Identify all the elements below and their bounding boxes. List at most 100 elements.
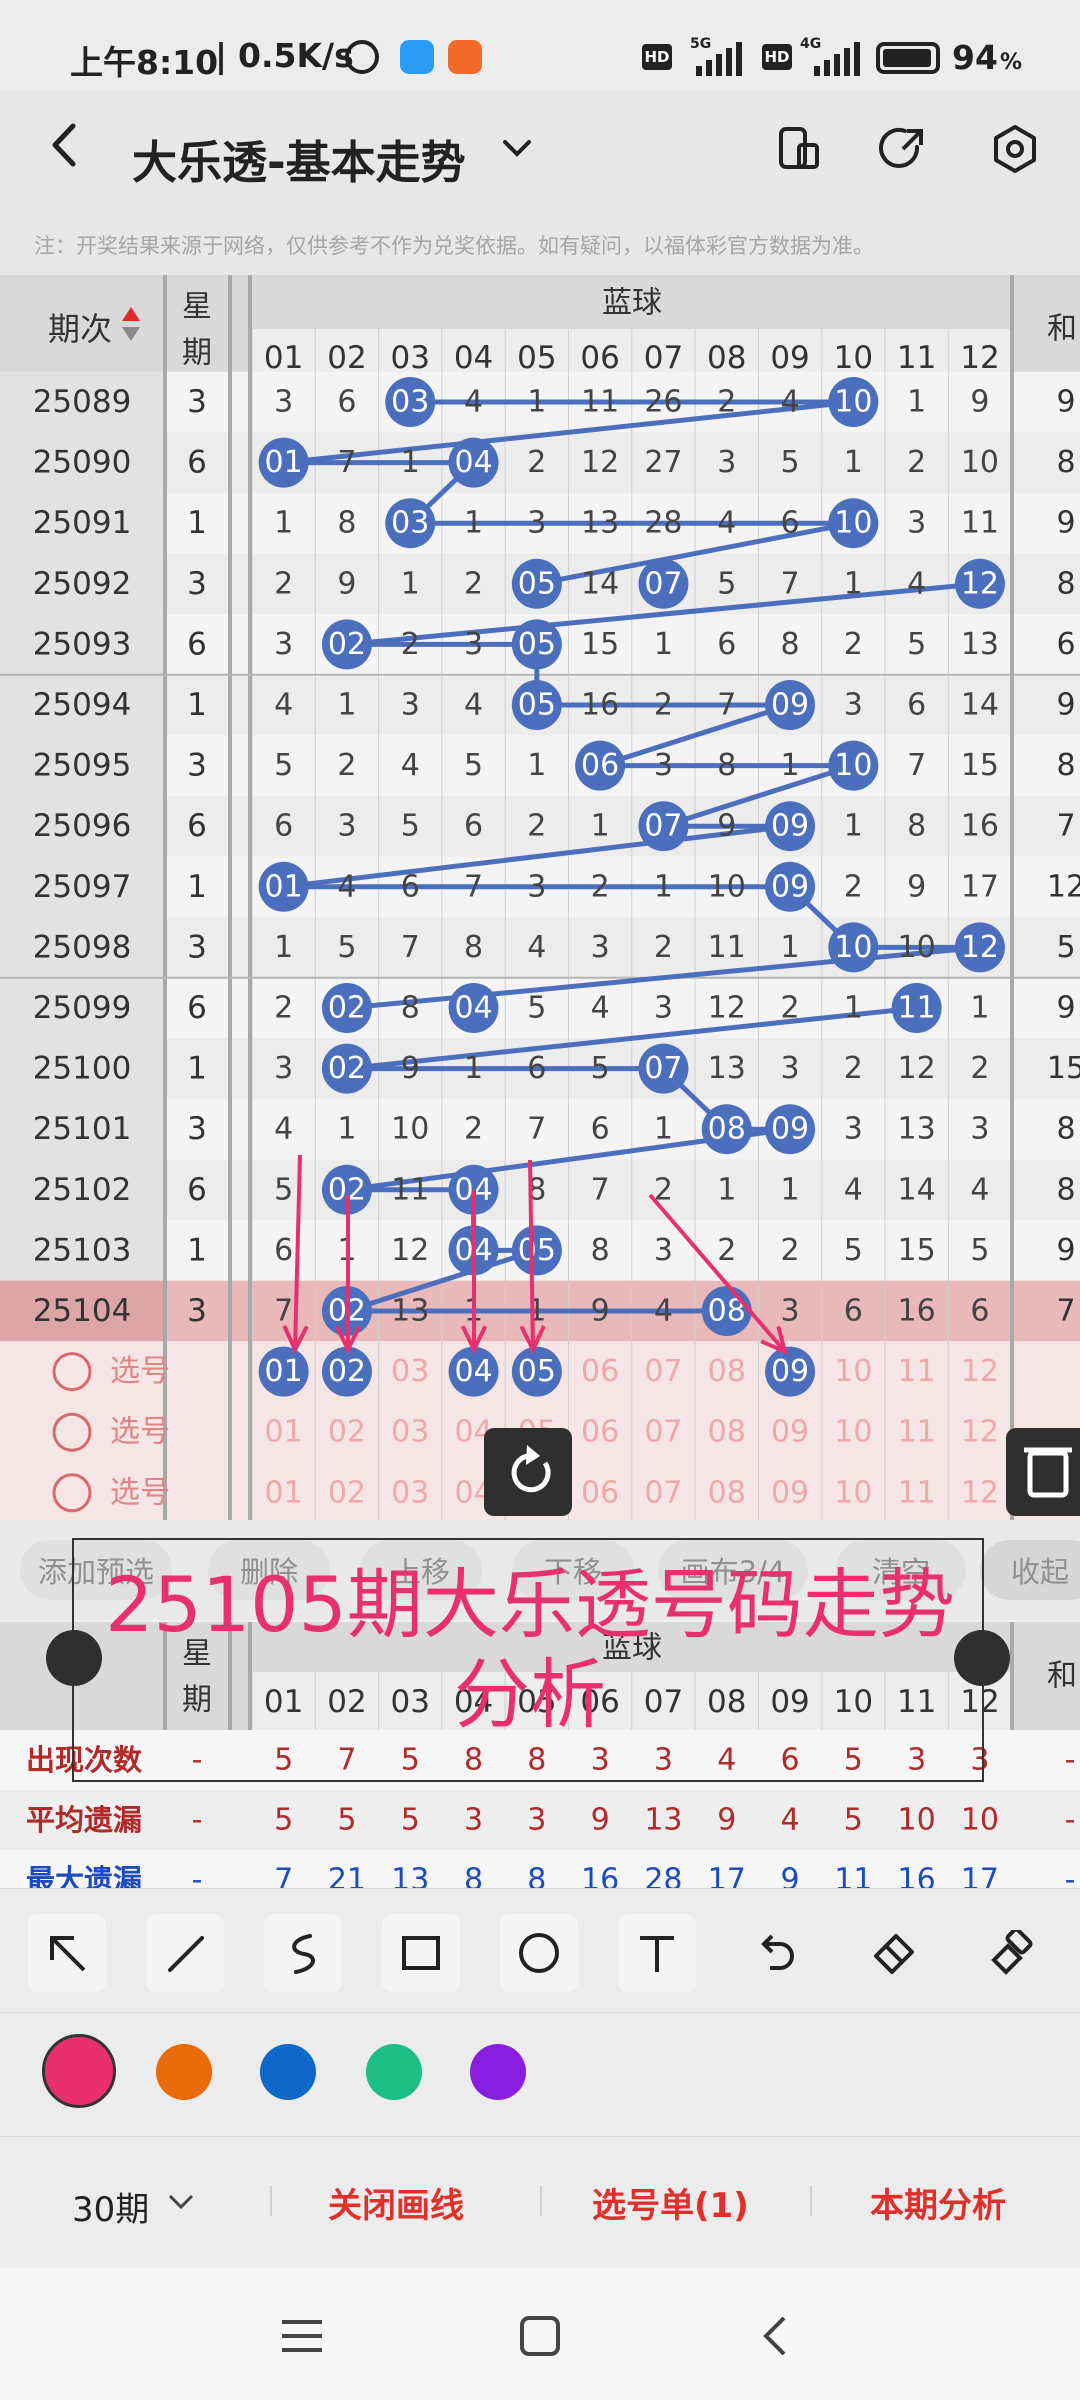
layout-button[interactable] bbox=[764, 114, 834, 184]
miss-count: 17 bbox=[961, 869, 999, 904]
settings-button[interactable] bbox=[980, 114, 1050, 184]
select-number[interactable]: 01 bbox=[265, 1415, 303, 1450]
miss-count: 12 bbox=[391, 1233, 429, 1268]
miss-count: 2 bbox=[781, 1233, 800, 1268]
select-number[interactable]: 08 bbox=[708, 1475, 746, 1510]
miss-count: 7 bbox=[591, 1172, 610, 1207]
select-number[interactable]: 06 bbox=[581, 1354, 619, 1389]
menu-icon[interactable] bbox=[280, 2316, 324, 2356]
home-icon[interactable] bbox=[518, 2314, 562, 2358]
miss-count: 16 bbox=[898, 1294, 936, 1329]
ball-number: 10 bbox=[834, 506, 872, 541]
color-swatch-pink[interactable] bbox=[42, 2034, 116, 2108]
select-number[interactable]: 01 bbox=[265, 1475, 303, 1510]
color-swatch-blue[interactable] bbox=[260, 2044, 316, 2100]
select-number[interactable]: 12 bbox=[961, 1475, 999, 1510]
select-number[interactable]: 07 bbox=[644, 1415, 682, 1450]
miss-count: 1 bbox=[654, 1112, 673, 1147]
miss-count: 15 bbox=[898, 1233, 936, 1268]
sum-header: 和 bbox=[1047, 312, 1077, 347]
text-tool-button[interactable] bbox=[618, 1914, 696, 1992]
select-number[interactable]: 09 bbox=[771, 1415, 809, 1450]
select-label[interactable]: 选号 bbox=[110, 1415, 170, 1450]
miss-count: 2 bbox=[274, 991, 293, 1026]
select-label[interactable]: 选号 bbox=[110, 1354, 170, 1389]
select-number[interactable]: 11 bbox=[898, 1475, 936, 1510]
page-title[interactable]: 大乐透-基本走势 bbox=[132, 126, 466, 191]
select-number[interactable]: 10 bbox=[834, 1475, 872, 1510]
period-cell: 25096 bbox=[33, 808, 132, 844]
line-tool-button[interactable] bbox=[146, 1914, 224, 1992]
select-number[interactable]: 02 bbox=[328, 1475, 366, 1510]
sum-cell: 8 bbox=[1056, 1112, 1075, 1147]
refresh-button[interactable] bbox=[484, 1428, 572, 1516]
period-analysis-button[interactable]: 本期分析 bbox=[870, 2178, 1006, 2227]
select-number[interactable]: 03 bbox=[391, 1354, 429, 1389]
miss-count: 3 bbox=[274, 385, 293, 420]
color-swatch-orange[interactable] bbox=[156, 2044, 212, 2100]
select-number[interactable]: 07 bbox=[644, 1354, 682, 1389]
sum-cell: 6 bbox=[1056, 627, 1075, 662]
blue-column-header: 03 bbox=[391, 340, 430, 376]
miss-count: 13 bbox=[581, 506, 619, 541]
eraser-tool-button[interactable] bbox=[854, 1914, 932, 1992]
action-collapse-button[interactable]: 收起 bbox=[980, 1540, 1080, 1600]
color-swatch-green[interactable] bbox=[366, 2044, 422, 2100]
miss-count: 8 bbox=[781, 627, 800, 662]
week-cell: 1 bbox=[187, 869, 207, 905]
miss-count: 2 bbox=[654, 930, 673, 965]
miss-count: 6 bbox=[907, 688, 926, 723]
select-number[interactable]: 08 bbox=[708, 1415, 746, 1450]
signal-icon bbox=[696, 42, 742, 76]
text-tool-icon bbox=[640, 1936, 674, 1972]
select-number[interactable]: 10 bbox=[834, 1354, 872, 1389]
stats-value: 3 bbox=[464, 1803, 483, 1838]
share-button[interactable] bbox=[868, 114, 938, 184]
miss-count: 2 bbox=[337, 748, 356, 783]
circle-tool-button[interactable] bbox=[500, 1914, 578, 1992]
select-number[interactable]: 03 bbox=[391, 1415, 429, 1450]
miss-count: 16 bbox=[581, 688, 619, 723]
stats-value: 5 bbox=[844, 1803, 863, 1838]
alarm-icon bbox=[345, 40, 379, 74]
battery-unit: % bbox=[1000, 50, 1023, 75]
select-number[interactable]: 07 bbox=[644, 1475, 682, 1510]
select-number[interactable]: 06 bbox=[581, 1475, 619, 1510]
miss-count: 5 bbox=[844, 1233, 863, 1268]
title-dropdown[interactable] bbox=[482, 114, 552, 184]
select-number[interactable]: 09 bbox=[771, 1475, 809, 1510]
miss-count: 4 bbox=[527, 930, 546, 965]
select-number[interactable]: 08 bbox=[708, 1354, 746, 1389]
miss-count: 7 bbox=[781, 566, 800, 601]
select-number[interactable]: 11 bbox=[898, 1354, 936, 1389]
select-number[interactable]: 10 bbox=[834, 1415, 872, 1450]
sum-cell: 9 bbox=[1056, 991, 1075, 1026]
miss-count: 9 bbox=[717, 809, 736, 844]
curve-tool-button[interactable] bbox=[264, 1914, 342, 1992]
miss-count: 4 bbox=[464, 385, 483, 420]
selection-list-button[interactable]: 选号单(1) bbox=[592, 2178, 749, 2227]
clear-tool-button[interactable] bbox=[972, 1914, 1050, 1992]
color-swatch-purple[interactable] bbox=[470, 2044, 526, 2100]
miss-count: 15 bbox=[961, 748, 999, 783]
sum-cell: 12 bbox=[1047, 869, 1080, 904]
back-nav-icon[interactable] bbox=[760, 2314, 790, 2358]
select-number[interactable]: 11 bbox=[898, 1415, 936, 1450]
miss-count: 15 bbox=[581, 627, 619, 662]
period-column-header[interactable]: 期次 bbox=[48, 310, 112, 348]
undo-tool-button[interactable] bbox=[736, 1914, 814, 1992]
rect-tool-button[interactable] bbox=[382, 1914, 460, 1992]
select-number[interactable]: 06 bbox=[581, 1415, 619, 1450]
miss-count: 1 bbox=[527, 385, 546, 420]
arrow-tool-button[interactable] bbox=[28, 1914, 106, 1992]
select-number[interactable]: 03 bbox=[391, 1475, 429, 1510]
stats-value: 5 bbox=[274, 1803, 293, 1838]
close-line-button[interactable]: 关闭画线 bbox=[328, 2178, 464, 2227]
back-button[interactable] bbox=[30, 110, 100, 180]
select-label[interactable]: 选号 bbox=[110, 1475, 170, 1510]
select-number[interactable]: 02 bbox=[328, 1415, 366, 1450]
select-number[interactable]: 12 bbox=[961, 1354, 999, 1389]
select-number[interactable]: 12 bbox=[961, 1415, 999, 1450]
trash-button[interactable] bbox=[1006, 1428, 1080, 1516]
period-selector[interactable]: 30期 bbox=[72, 2182, 149, 2231]
